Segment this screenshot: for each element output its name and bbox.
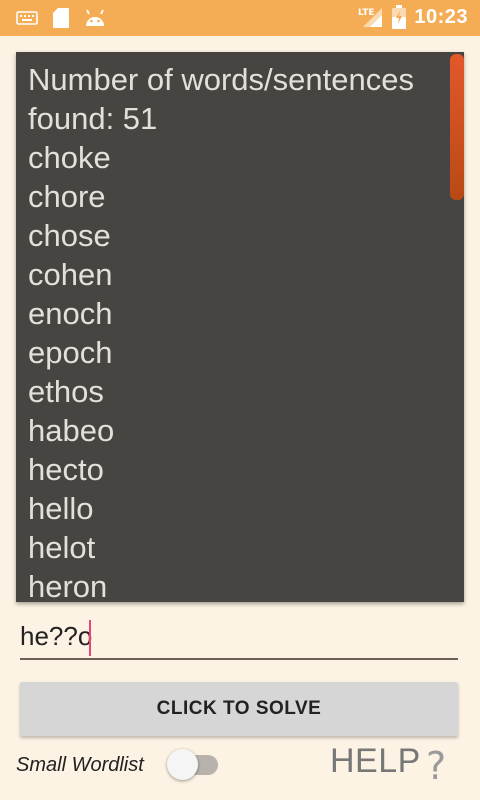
result-word: enoch — [28, 296, 113, 331]
svg-text:LTE: LTE — [358, 8, 375, 18]
result-word: chore — [28, 179, 106, 214]
solve-button[interactable]: CLICK TO SOLVE — [20, 682, 458, 736]
results-list: Number of words/sentences found: 51 chok… — [28, 60, 444, 602]
result-word: hello — [28, 491, 94, 526]
result-word: helot — [28, 530, 96, 565]
signal-icon: LTE — [358, 8, 383, 27]
sd-card-icon — [53, 8, 69, 28]
android-icon — [86, 9, 104, 26]
result-word: cohen — [28, 257, 113, 292]
result-word: habeo — [28, 413, 115, 448]
text-cursor — [89, 620, 91, 656]
results-count: found: 51 — [28, 101, 158, 136]
results-panel[interactable]: Number of words/sentences found: 51 chok… — [16, 52, 464, 602]
keyboard-icon — [16, 11, 38, 25]
status-bar-system: LTE 10:23 — [358, 5, 468, 29]
status-bar-notifications — [16, 7, 106, 29]
results-header: Number of words/sentences — [28, 62, 414, 97]
result-word: chose — [28, 218, 111, 253]
small-wordlist-label: Small Wordlist — [16, 754, 144, 776]
result-word: hecto — [28, 452, 104, 487]
result-word: epoch — [28, 335, 113, 370]
help-question-icon[interactable]: ? — [426, 744, 446, 788]
result-word: heron — [28, 569, 108, 602]
result-word: ethos — [28, 374, 104, 409]
help-button[interactable]: HELP — [330, 742, 421, 781]
battery-icon — [392, 5, 407, 29]
results-scrollbar[interactable] — [450, 54, 464, 200]
status-time: 10:23 — [414, 5, 468, 28]
result-word: choke — [28, 140, 111, 175]
pattern-input[interactable] — [20, 614, 458, 660]
toggle-thumb[interactable] — [167, 749, 198, 780]
status-bar: LTE 10:23 — [0, 0, 480, 36]
